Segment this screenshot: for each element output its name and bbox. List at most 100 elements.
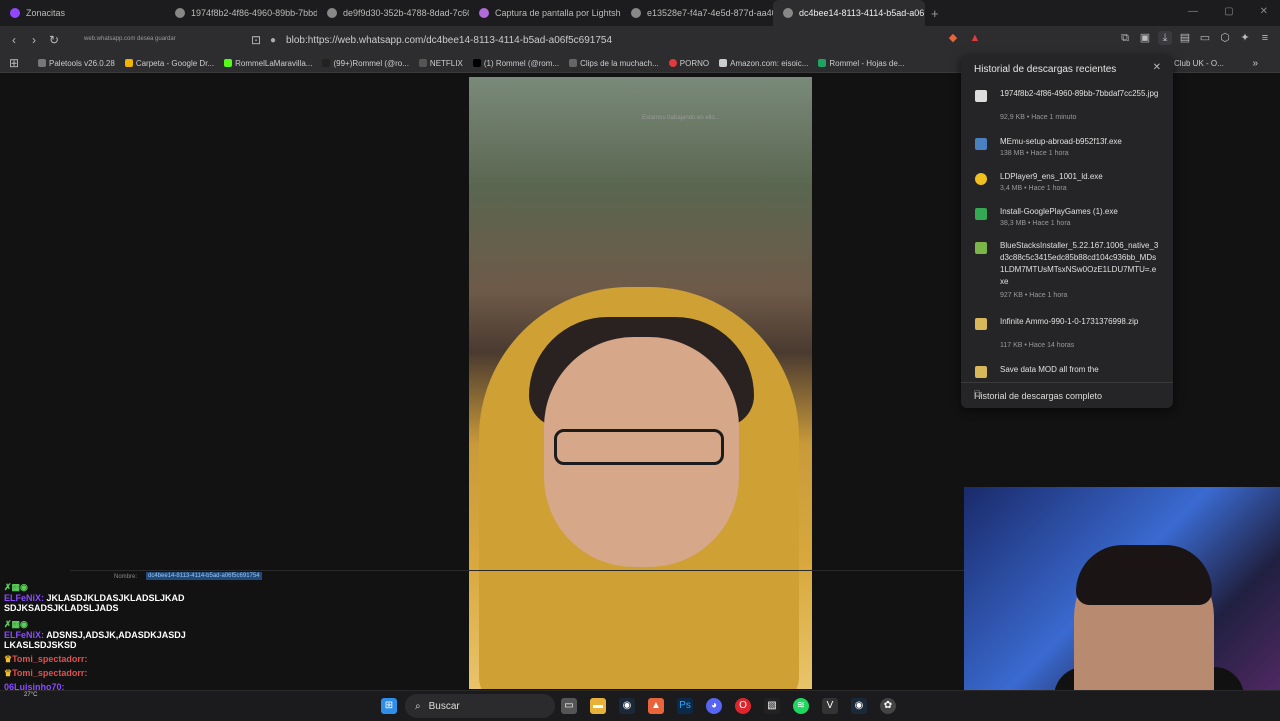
- tab-strip: Zonacitas 1974f8b2-4f86-4960-89bb-7bbdaf…: [0, 0, 1280, 26]
- bookmark-netflix[interactable]: NETFLIX: [418, 58, 463, 68]
- tab-image-1[interactable]: 1974f8b2-4f86-4960-89bb-7bbdaf7c: [165, 0, 317, 26]
- badge-icon: ✗▦◉: [4, 619, 28, 629]
- download-item[interactable]: 1974f8b2-4f86-4960-89bb-7bbdaf7cc255.jpg…: [975, 88, 1165, 124]
- bookmark-club-uk[interactable]: Club UK - O...: [1174, 59, 1224, 68]
- search-icon: ⌕: [415, 700, 421, 712]
- tab-label: de9f9d30-352b-4788-8dad-7c6026: [343, 8, 469, 18]
- close-window-button[interactable]: ✕: [1260, 6, 1268, 17]
- bookmark-amazon[interactable]: Amazon.com: eisoic...: [719, 59, 808, 68]
- new-tab-button[interactable]: +: [931, 6, 939, 21]
- pen-icon: [479, 8, 489, 18]
- download-name: 1974f8b2-4f86-4960-89bb-7bbdaf7cc255.jpg: [1000, 89, 1159, 98]
- bookmark-tiktok[interactable]: (99+)Rommel (@ro...: [322, 59, 409, 68]
- download-name: Install-GooglePlayGames (1).exe: [1000, 207, 1118, 216]
- tab-label: Captura de pantalla por Lightshot: [495, 8, 621, 18]
- kick-icon: [224, 59, 233, 67]
- download-item[interactable]: Install-GooglePlayGames (1).exe 38,3 MB …: [975, 206, 1165, 232]
- name-input[interactable]: dc4bee14-8113-4114-b5ad-a06f5c691754: [146, 572, 262, 580]
- bookmark-icon[interactable]: ⊡: [246, 33, 266, 47]
- globe-icon: [38, 59, 46, 67]
- download-icon[interactable]: ⤓: [1158, 31, 1172, 45]
- name-row: Nombre: dc4bee14-8113-4114-b5ad-a06f5c69…: [70, 570, 965, 585]
- tab-lightshot[interactable]: Captura de pantalla por Lightshot: [469, 0, 621, 26]
- download-item[interactable]: LDPlayer9_ens_1001_ld.exe 3,4 MB • Hace …: [975, 171, 1165, 197]
- memu-icon: [975, 138, 987, 150]
- glasses-shape: [554, 429, 724, 465]
- badge-icon: ✗▦◉: [4, 582, 28, 592]
- save-permission-hint: web.whatsapp.com desea guardar: [84, 36, 176, 42]
- capcut-icon[interactable]: ▧: [764, 698, 780, 714]
- tab-zonacitas[interactable]: Zonacitas: [0, 0, 165, 26]
- address-bar[interactable]: ● blob:https://web.whatsapp.com/dc4bee14…: [270, 30, 992, 50]
- tab-active-blob[interactable]: dc4bee14-8113-4114-b5ad-a06 ✕: [773, 0, 925, 26]
- steam-alt-icon[interactable]: ◉: [851, 698, 867, 714]
- windows-start-icon[interactable]: ⊞: [381, 698, 397, 714]
- bookmark-label: (1) Rommel (@rom...: [483, 58, 560, 68]
- download-meta: 92,9 KB • Hace 1 minuto: [1000, 114, 1077, 121]
- external-link-icon: ⧉: [974, 389, 982, 400]
- tab-image-2[interactable]: de9f9d30-352b-4788-8dad-7c6026: [317, 0, 469, 26]
- red-dot-icon: [668, 59, 677, 67]
- hair-shape: [1076, 545, 1212, 605]
- download-item[interactable]: MEmu-setup-abroad-b952f13f.exe 138 MB • …: [975, 136, 1165, 162]
- vpn-icon[interactable]: ⬡: [1218, 31, 1232, 45]
- sheets-icon: [818, 59, 827, 67]
- googleplay-icon: [975, 208, 987, 220]
- file-explorer-icon[interactable]: ▬: [590, 698, 606, 714]
- bookmark-porno[interactable]: PORNO: [668, 59, 709, 68]
- twitch-icon: [10, 8, 20, 18]
- site-info-icon[interactable]: ●: [270, 35, 276, 46]
- discord-icon[interactable]: ◕: [706, 698, 722, 714]
- weather-widget[interactable]: 27°C: [24, 692, 37, 698]
- sidebar-icon[interactable]: ▤: [1178, 31, 1192, 45]
- spotify-icon[interactable]: ≋: [793, 698, 809, 714]
- bookmark-google-drive[interactable]: Carpeta - Google Dr...: [124, 59, 214, 68]
- opera-icon[interactable]: O: [735, 698, 751, 714]
- chat-user: ELFeNiX:: [4, 593, 45, 603]
- bookmark-kick[interactable]: RommelLaMaravilla...: [224, 59, 312, 68]
- brave-icon[interactable]: ▲: [648, 698, 664, 714]
- netflix-icon: [418, 59, 427, 67]
- extensions-icon[interactable]: ⧉: [1118, 31, 1132, 45]
- brave-shield-icon[interactable]: ◆: [946, 31, 960, 45]
- download-item[interactable]: Infinite Ammo-990-1-0-1731376998.zip 117…: [975, 316, 1165, 352]
- download-item[interactable]: BlueStacksInstaller_5.22.167.1006_native…: [975, 240, 1165, 304]
- bookmark-label: Amazon.com: eisoic...: [730, 58, 809, 68]
- maximize-button[interactable]: ▢: [1224, 6, 1233, 17]
- valorant-icon[interactable]: V: [822, 698, 838, 714]
- bookmark-label: NETFLIX: [429, 58, 463, 68]
- taskbar-search[interactable]: ⌕ Buscar: [405, 694, 555, 718]
- rewards-icon[interactable]: ▲: [968, 31, 982, 45]
- video-frame[interactable]: [469, 77, 812, 689]
- tab-label: dc4bee14-8113-4114-b5ad-a06: [799, 8, 925, 18]
- forward-arrow-icon[interactable]: ›: [24, 33, 44, 47]
- crown-icon: ♛: [4, 668, 13, 678]
- back-arrow-icon[interactable]: ‹: [4, 33, 24, 47]
- download-name: MEmu-setup-abroad-b952f13f.exe: [1000, 137, 1122, 146]
- minimize-button[interactable]: —: [1188, 6, 1198, 17]
- menu-icon[interactable]: ≡: [1258, 31, 1272, 45]
- file-icon: [975, 90, 987, 102]
- close-icon[interactable]: ✕: [1153, 62, 1161, 73]
- apps-grid-icon[interactable]: ⊞: [4, 56, 24, 70]
- folder-icon: [569, 59, 578, 67]
- downloads-footer[interactable]: Historial de descargas completo ⧉: [961, 382, 1173, 409]
- task-view-icon[interactable]: ▭: [561, 698, 577, 714]
- screenshot-icon[interactable]: ▣: [1138, 31, 1152, 45]
- photoshop-icon[interactable]: Ps: [677, 698, 693, 714]
- bookmark-x[interactable]: (1) Rommel (@rom...: [472, 58, 560, 68]
- more-bookmarks-icon[interactable]: »: [1252, 58, 1258, 69]
- leo-ai-icon[interactable]: ✦: [1238, 31, 1252, 45]
- tab-image-3[interactable]: e13528e7-f4a7-4e5d-877d-aa40b92: [621, 0, 773, 26]
- wallet-icon[interactable]: ▭: [1198, 31, 1212, 45]
- steam-icon[interactable]: ◉: [619, 698, 635, 714]
- reload-icon[interactable]: ↻: [44, 33, 64, 47]
- bookmark-sheets[interactable]: Rommel - Hojas de...: [818, 59, 905, 68]
- bookmark-label: Paletools v26.0.28: [49, 58, 115, 68]
- bookmark-clips[interactable]: Clips de la muchach...: [569, 59, 659, 68]
- search-placeholder: Buscar: [428, 700, 460, 712]
- download-item[interactable]: Save data MOD all from the: [975, 364, 1165, 378]
- download-meta: 3,4 MB • Hace 1 hora: [1000, 185, 1067, 192]
- bookmark-paletools[interactable]: Paletools v26.0.28: [38, 59, 115, 68]
- app-icon[interactable]: ✿: [880, 698, 896, 714]
